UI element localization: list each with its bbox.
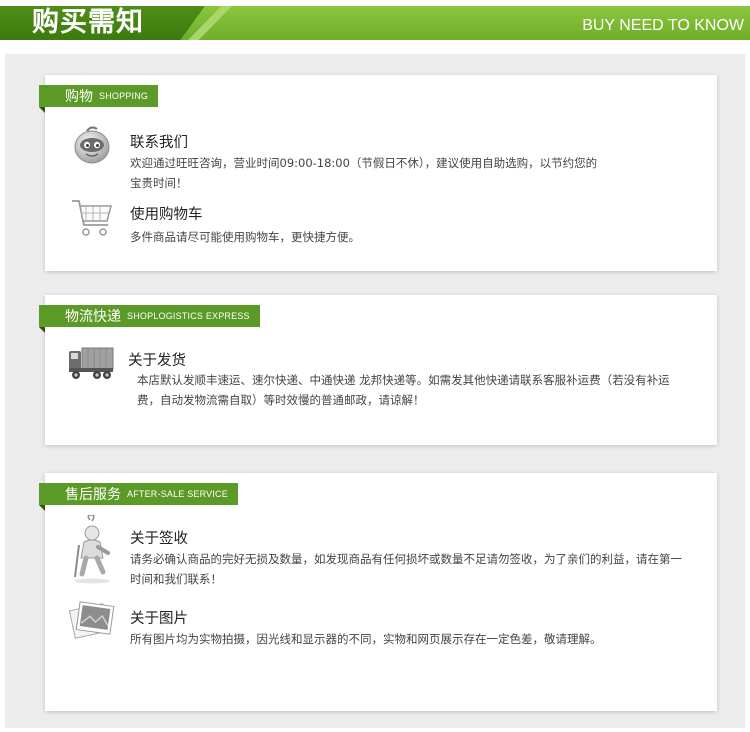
section-logistics: 物流快递 SHOPLOGISTICS EXPRESS 关于发货 本店默认发顺丰速…	[39, 295, 717, 445]
section-shopping: 购物 SHOPPING 联系我们 欢迎通过旺旺咨询，营业时间09:00-18:0…	[39, 75, 717, 271]
item-desc-line1: 本店默认发顺丰速运、速尔快递、中通快递 龙邦快递等。如需发其他快递请联系客服补运…	[137, 373, 670, 387]
section-tab-cn: 物流快递	[65, 309, 121, 325]
item-desc-line1: 欢迎通过旺旺咨询，营业时间09:00-18:00（节假日不休），建议使用自助选购…	[130, 156, 598, 170]
item-title: 关于图片	[130, 611, 188, 627]
section-after-sale: 售后服务 AFTER-SALE SERVICE 关于签收 请务必确认商品的完好无…	[39, 473, 717, 711]
item-title: 关于发货	[128, 353, 186, 369]
section-tab-en: SHOPPING	[99, 91, 149, 101]
signing-person-icon	[67, 514, 117, 585]
section-tab-cn: 售后服务	[65, 487, 121, 503]
item-desc-line1: 请务必确认商品的完好无损及数量，如发现商品有任何损坏或数量不足请勿签收，为了亲们…	[130, 552, 682, 566]
item-title: 联系我们	[130, 135, 188, 151]
section-tab-en: SHOPLOGISTICS EXPRESS	[127, 311, 250, 321]
tab-fold	[39, 327, 45, 333]
section-tab-shopping: 购物 SHOPPING	[39, 85, 159, 107]
wangwang-chat-icon	[69, 123, 119, 173]
page-title: 购买需知	[32, 7, 144, 38]
item-title: 使用购物车	[130, 207, 203, 223]
item-desc-line2: 宝贵时间！	[130, 176, 188, 190]
photo-icon	[67, 595, 117, 645]
tab-fold	[39, 505, 45, 511]
shopping-cart-icon	[69, 195, 119, 245]
section-tab-cn: 购物	[65, 89, 93, 105]
tab-fold	[39, 107, 45, 113]
item-desc-line2: 时间和我们联系！	[130, 572, 222, 586]
section-tab-en: AFTER-SALE SERVICE	[127, 489, 228, 499]
content-area: 购物 SHOPPING 联系我们 欢迎通过旺旺咨询，营业时间09:00-18:0…	[5, 54, 745, 728]
item-desc-line1: 多件商品请尽可能使用购物车，更快捷方便。	[130, 230, 360, 244]
page-header: 购买需知 BUY NEED TO KNOW	[0, 0, 750, 46]
section-tab-logistics: 物流快递 SHOPLOGISTICS EXPRESS	[39, 305, 260, 327]
item-desc-line1: 所有图片均为实物拍摄，因光线和显示器的不同，实物和网页展示存在一定色差，敬请理解…	[130, 632, 602, 646]
page-subtitle: BUY NEED TO KNOW	[582, 17, 744, 34]
item-title: 关于签收	[130, 531, 188, 547]
section-tab-after-sale: 售后服务 AFTER-SALE SERVICE	[39, 483, 238, 505]
item-desc-line2: 费，自动发物流需自取）等时效慢的普通邮政，请谅解！	[137, 393, 425, 407]
delivery-truck-icon	[67, 341, 117, 391]
